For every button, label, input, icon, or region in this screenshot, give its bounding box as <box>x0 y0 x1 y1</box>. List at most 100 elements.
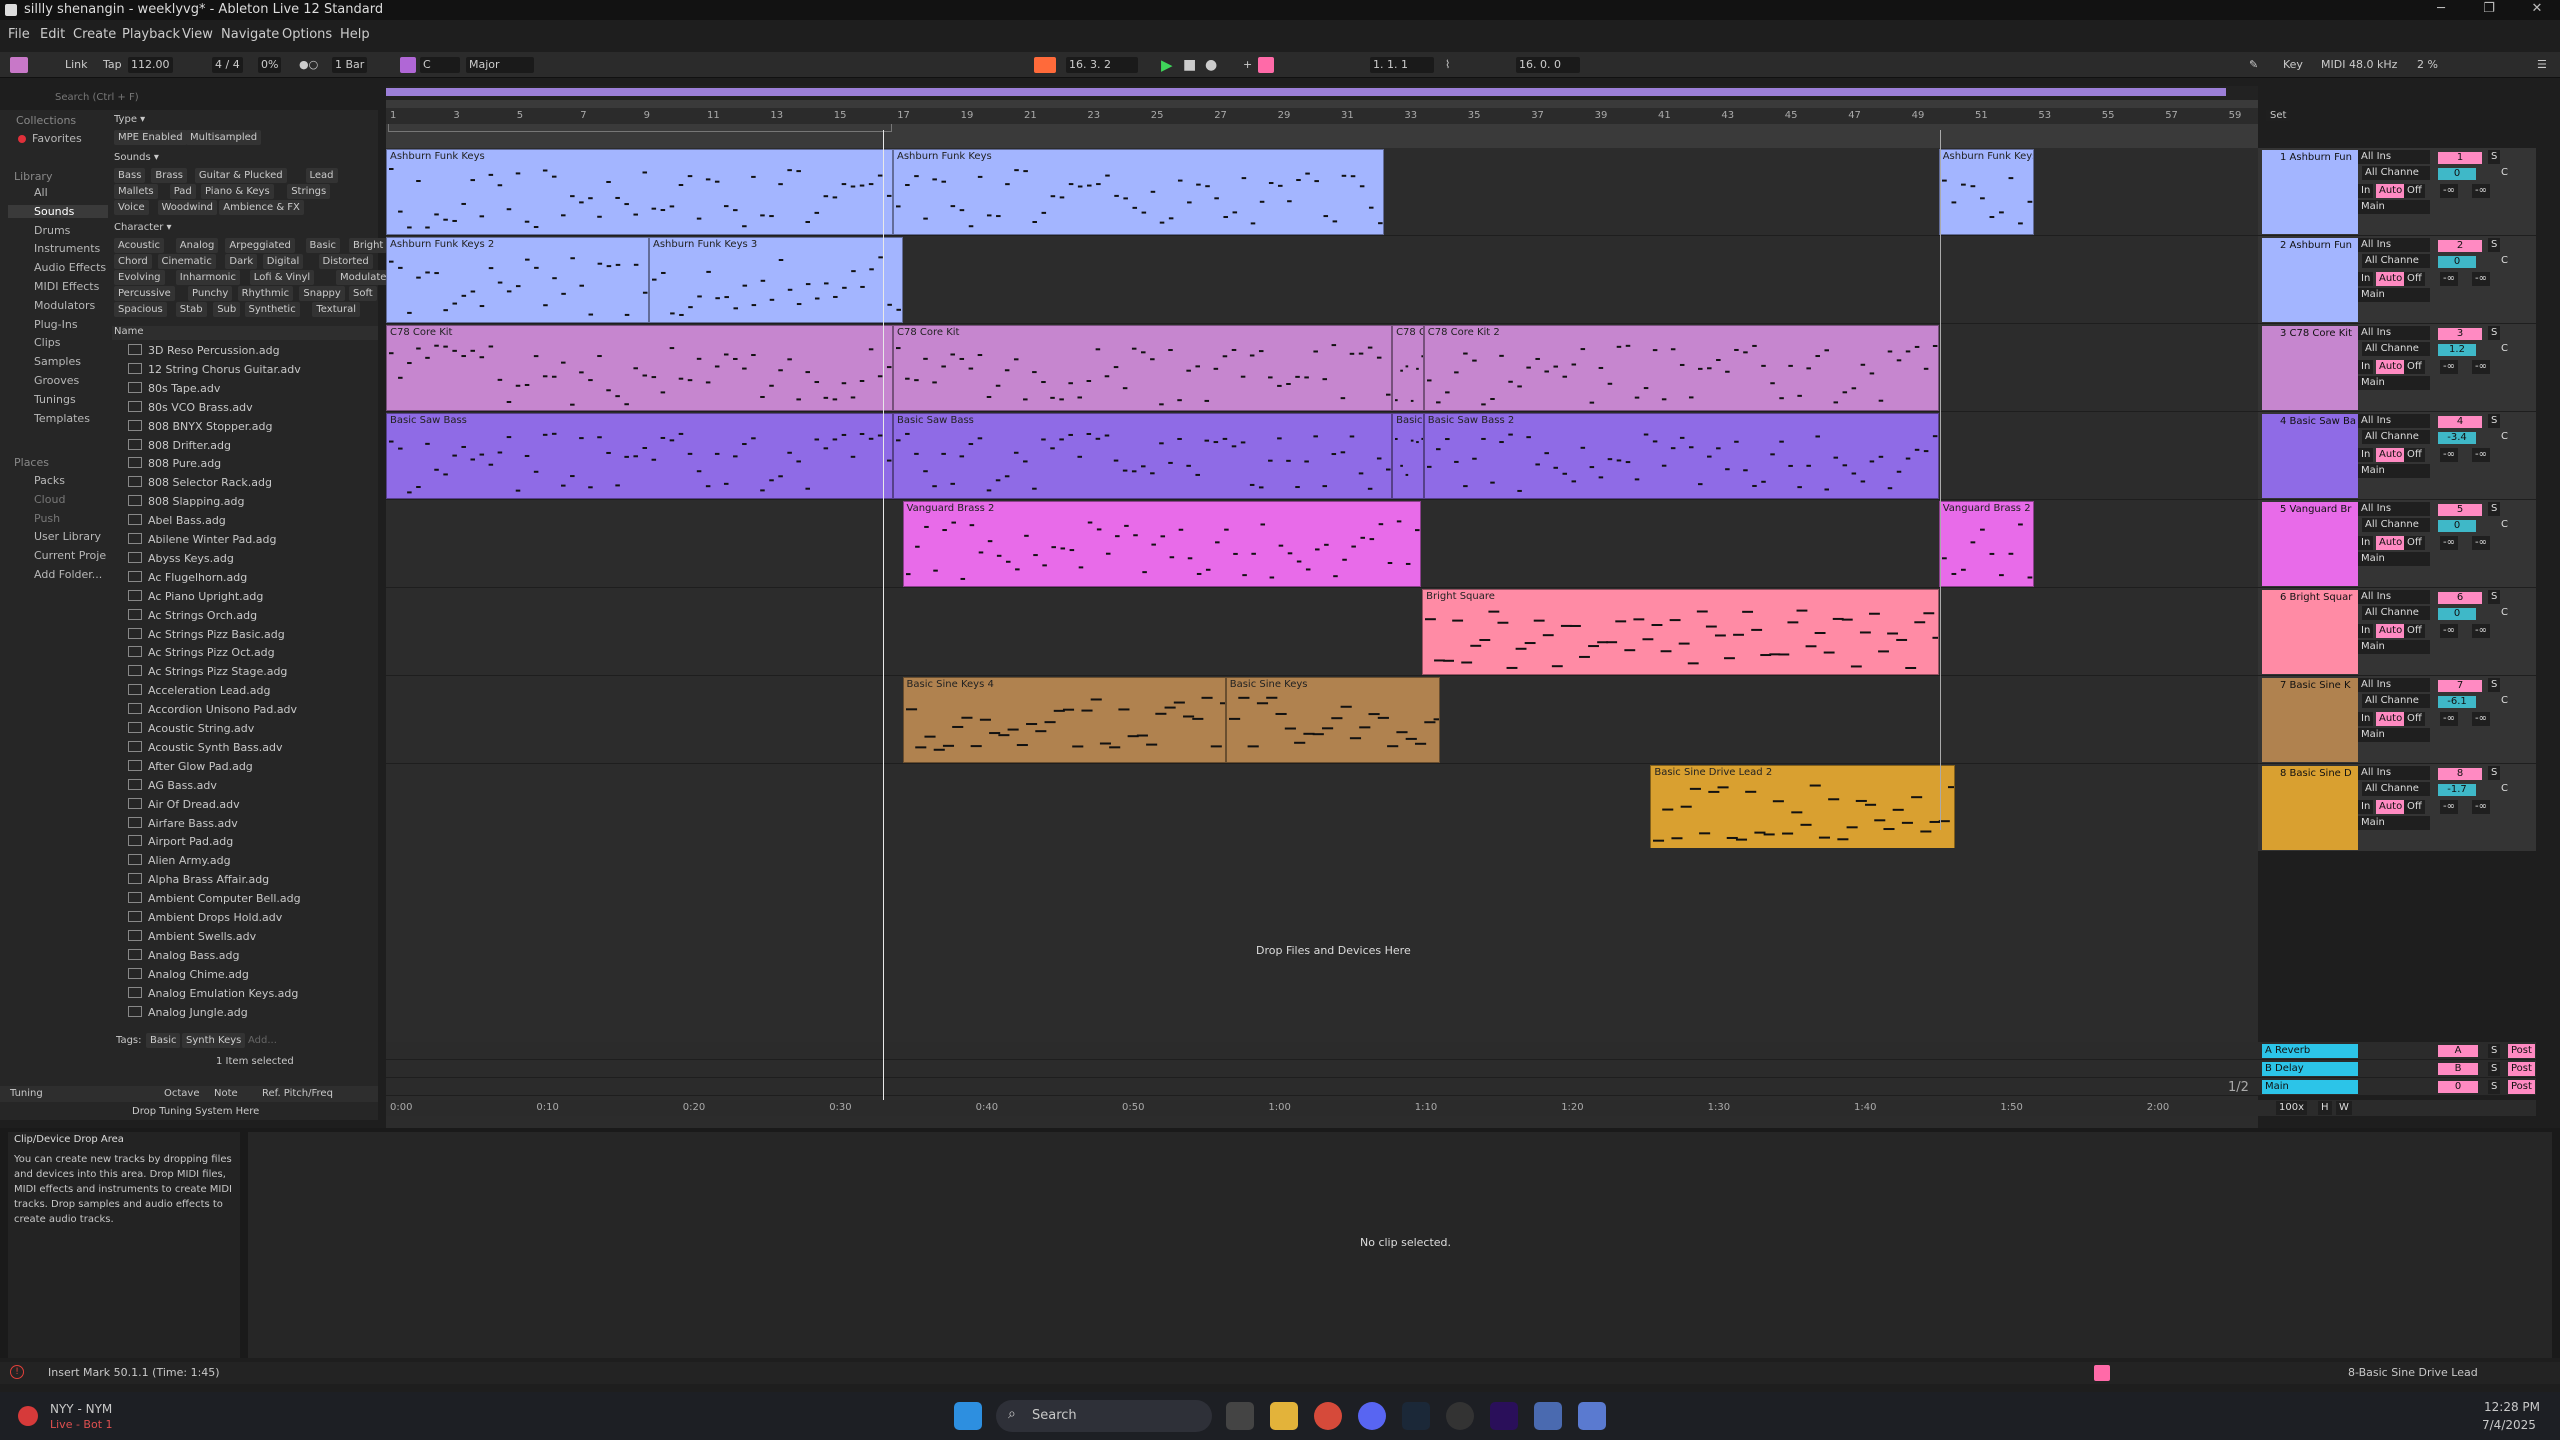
send-b[interactable]: -∞ <box>2472 536 2490 550</box>
send-b[interactable]: -∞ <box>2472 712 2490 726</box>
midi-clip[interactable]: Basic Saw Bass <box>386 413 893 499</box>
solo-button[interactable]: S <box>2488 150 2501 164</box>
library-item-samples[interactable]: Samples <box>34 355 124 368</box>
midi-clip[interactable]: Basic Sine Keys <box>1225 677 1440 763</box>
char-tag-0-4[interactable]: Bright <box>349 238 388 253</box>
places-item-2[interactable]: Push <box>34 512 124 525</box>
track-activator[interactable]: 3 <box>2438 328 2482 340</box>
track-name[interactable]: 1 Ashburn Fun <box>2262 150 2358 234</box>
char-tag-0-3[interactable]: Basic <box>305 238 340 253</box>
w-button[interactable]: W <box>2336 1101 2352 1115</box>
solo-button[interactable]: S <box>2488 766 2501 780</box>
return-solo[interactable]: S <box>2488 1044 2501 1058</box>
midi-clip[interactable]: C78 Core Kit <box>386 325 893 411</box>
char-tag-2-0[interactable]: Evolving <box>114 270 165 285</box>
return-post[interactable]: Post <box>2508 1044 2535 1058</box>
input-channel-select[interactable]: All Channe <box>2362 342 2430 356</box>
output-select[interactable]: Main <box>2358 640 2430 654</box>
library-item-sounds[interactable]: Sounds <box>8 204 108 218</box>
monitor-in[interactable]: In <box>2358 624 2374 638</box>
track-activator[interactable]: 5 <box>2438 504 2482 516</box>
file-item[interactable]: Analog Jungle.adg <box>128 1004 358 1022</box>
char-tag-1-2[interactable]: Dark <box>225 254 258 269</box>
monitor-off[interactable]: Off <box>2404 712 2425 726</box>
info-icon[interactable]: ! <box>10 1365 24 1379</box>
library-item-grooves[interactable]: Grooves <box>34 374 124 387</box>
file-item[interactable]: 80s VCO Brass.adv <box>128 399 358 417</box>
file-item[interactable]: 12 String Chorus Guitar.adv <box>128 361 358 379</box>
monitor-in[interactable]: In <box>2358 448 2374 462</box>
track-header[interactable]: 1 Ashburn Fun All Ins All Channe In Auto Off M… <box>2258 148 2536 236</box>
output-select[interactable]: Main <box>2358 200 2430 214</box>
char-tag-3-4[interactable]: Soft <box>349 286 377 301</box>
type-filter-label[interactable]: Type ▾ <box>114 114 145 125</box>
places-item-0[interactable]: Packs <box>34 474 124 487</box>
library-item-instruments[interactable]: Instruments <box>34 242 124 255</box>
file-item[interactable]: 808 Drifter.adg <box>128 437 358 455</box>
monitor-in[interactable]: In <box>2358 712 2374 726</box>
track-pan[interactable]: C <box>2498 342 2511 356</box>
track-lane[interactable]: Ashburn Funk Keys Ashburn Funk Keys Ashbur… <box>386 148 2258 236</box>
discord-icon[interactable] <box>1358 1402 1386 1430</box>
file-item[interactable]: Airport Pad.adg <box>128 833 358 851</box>
tag-mpe[interactable]: MPE Enabled <box>114 130 187 145</box>
return-activator[interactable]: B <box>2438 1063 2478 1075</box>
send-a[interactable]: -∞ <box>2440 712 2458 726</box>
track-name[interactable]: 8 Basic Sine D <box>2262 766 2358 850</box>
file-item[interactable]: 808 BNYX Stopper.adg <box>128 418 358 436</box>
track-activator[interactable]: 7 <box>2438 680 2482 692</box>
file-item[interactable]: Acoustic String.adv <box>128 720 358 738</box>
track-header[interactable]: 7 Basic Sine K All Ins All Channe In Auto Off… <box>2258 676 2536 764</box>
file-item[interactable]: Airfare Bass.adv <box>128 815 358 833</box>
output-select[interactable]: Main <box>2358 816 2430 830</box>
track-name[interactable]: 2 Ashburn Fun <box>2262 238 2358 322</box>
library-item-drums[interactable]: Drums <box>34 224 124 237</box>
close-icon[interactable]: ✕ <box>2522 1 2552 16</box>
char-tag-0-0[interactable]: Acoustic <box>114 238 165 253</box>
midi-clip[interactable]: C78 C <box>1392 325 1424 411</box>
file-item[interactable]: Acoustic Synth Bass.adv <box>128 739 358 757</box>
monitor-auto[interactable]: Auto <box>2376 448 2406 462</box>
char-tag-3-3[interactable]: Snappy <box>299 286 345 301</box>
sound-tag-1-2[interactable]: Piano & Keys <box>201 184 274 199</box>
return-solo[interactable]: S <box>2488 1062 2501 1076</box>
char-tag-4-2[interactable]: Sub <box>213 302 241 317</box>
monitor-off[interactable]: Off <box>2404 272 2425 286</box>
input-channel-select[interactable]: All Channe <box>2362 518 2430 532</box>
file-item[interactable]: 3D Reso Percussion.adg <box>128 342 358 360</box>
premiere-icon[interactable] <box>1490 1402 1518 1430</box>
track-lane[interactable]: Vanguard Brass 2 Vanguard Brass 2 <box>386 500 2258 588</box>
places-item-4[interactable]: Current Proje <box>34 549 124 562</box>
send-a[interactable]: -∞ <box>2440 184 2458 198</box>
taskbar-search[interactable] <box>996 1400 1212 1432</box>
input-channel-select[interactable]: All Channe <box>2362 166 2430 180</box>
monitor-auto[interactable]: Auto <box>2376 272 2406 286</box>
input-type-select[interactable]: All Ins <box>2358 150 2430 164</box>
track-name[interactable]: 4 Basic Saw Ba <box>2262 414 2358 498</box>
input-type-select[interactable]: All Ins <box>2358 238 2430 252</box>
sound-tag-2-2[interactable]: Ambience & FX <box>219 200 304 215</box>
sound-tag-0-3[interactable]: Lead <box>305 168 338 183</box>
solo-button[interactable]: S <box>2488 678 2501 692</box>
monitor-auto[interactable]: Auto <box>2376 536 2406 550</box>
library-item-tunings[interactable]: Tunings <box>34 393 124 406</box>
send-b[interactable]: -∞ <box>2472 800 2490 814</box>
metronome-icon[interactable]: ●○ <box>296 57 321 73</box>
char-tag-1-0[interactable]: Chord <box>114 254 152 269</box>
return-name[interactable]: Main <box>2262 1080 2358 1094</box>
menu-playback[interactable]: Playback <box>122 27 180 42</box>
monitor-in[interactable]: In <box>2358 800 2374 814</box>
track-name[interactable]: 6 Bright Squar <box>2262 590 2358 674</box>
char-tag-1-4[interactable]: Distorted <box>318 254 373 269</box>
monitor-off[interactable]: Off <box>2404 184 2425 198</box>
char-tag-1-3[interactable]: Digital <box>262 254 304 269</box>
return-post[interactable]: Post <box>2508 1062 2535 1076</box>
key-map-button[interactable]: Key <box>2280 57 2306 73</box>
library-item-templates[interactable]: Templates <box>34 412 124 425</box>
track-volume[interactable]: 0 <box>2438 168 2476 180</box>
track-header[interactable]: 6 Bright Squar All Ins All Channe In Auto Off… <box>2258 588 2536 676</box>
monitor-auto[interactable]: Auto <box>2376 184 2406 198</box>
file-item[interactable]: Accordion Unisono Pad.adv <box>128 701 358 719</box>
library-item-midi-effects[interactable]: MIDI Effects <box>34 280 124 293</box>
output-select[interactable]: Main <box>2358 376 2430 390</box>
